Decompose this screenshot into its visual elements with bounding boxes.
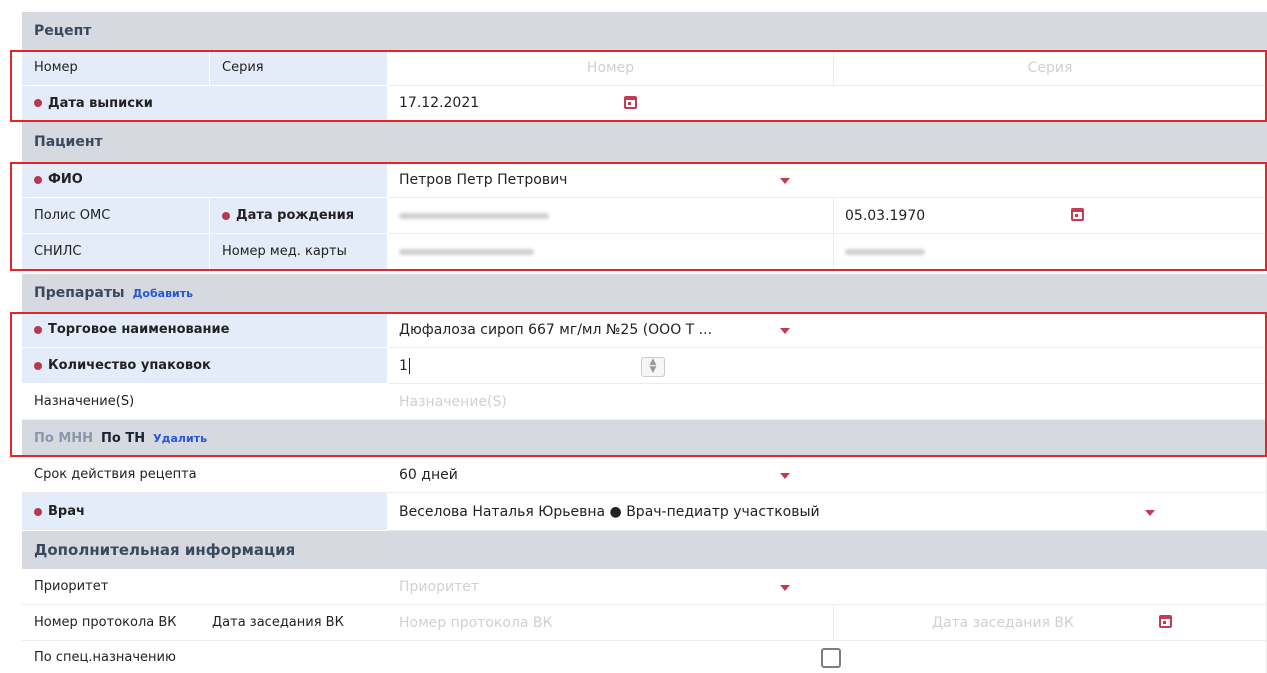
- oms-input[interactable]: [388, 198, 834, 234]
- required-dot: [34, 325, 42, 334]
- calendar-icon[interactable]: [624, 96, 637, 109]
- number-label: Номер: [22, 50, 210, 86]
- section-title-drugs: Препараты Добавить: [34, 274, 193, 312]
- purpose-input[interactable]: Назначение(S): [388, 384, 1267, 420]
- number-input[interactable]: Номер: [388, 50, 834, 86]
- birth-date-label-text: Дата рождения: [236, 208, 355, 223]
- required-dot: [222, 211, 230, 220]
- packages-label: Количество упаковок: [22, 348, 388, 384]
- issue-date-input[interactable]: 17.12.2021: [388, 86, 1267, 121]
- packages-label-text: Количество упаковок: [48, 358, 211, 373]
- priority-label: Приоритет: [22, 569, 388, 605]
- protocol-label: Номер протокола ВК: [22, 605, 206, 641]
- required-dot: [34, 361, 42, 370]
- packages-value: 1: [399, 357, 408, 374]
- trade-name-value: Дюфалоза сироп 667 мг/мл №25 (ООО Т ...: [399, 321, 713, 338]
- calendar-icon[interactable]: [1159, 615, 1172, 628]
- series-placeholder: Серия: [1027, 59, 1073, 76]
- add-drug-link[interactable]: Добавить: [133, 287, 193, 300]
- validity-value: 60 дней: [399, 466, 458, 483]
- issue-date-label-text: Дата выписки: [48, 95, 153, 111]
- snils-input[interactable]: [388, 234, 834, 270]
- chevron-down-icon[interactable]: [1145, 510, 1155, 516]
- required-dot: [34, 507, 42, 516]
- required-dot: [34, 99, 42, 107]
- chevron-down-icon[interactable]: [780, 585, 790, 591]
- trade-name-label: Торговое наименование: [22, 312, 388, 348]
- chevron-down-icon[interactable]: [780, 178, 790, 184]
- section-title-extra: Дополнительная информация: [34, 541, 296, 559]
- number-placeholder: Номер: [586, 59, 635, 76]
- special-purpose-checkbox[interactable]: [821, 648, 841, 668]
- tab-mnn[interactable]: По МНН: [34, 431, 93, 446]
- snils-redacted-value: [399, 248, 534, 255]
- fio-value: Петров Петр Петрович: [399, 171, 568, 188]
- section-extra: Дополнительная информация: [22, 531, 1267, 569]
- drugs-title: Препараты: [34, 285, 125, 301]
- card-number-input[interactable]: [834, 234, 1267, 270]
- series-input[interactable]: Серия: [834, 50, 1267, 86]
- fio-label-text: ФИО: [48, 172, 83, 187]
- delete-drug-link[interactable]: Удалить: [153, 432, 207, 445]
- birth-date-value: 05.03.1970: [845, 207, 926, 224]
- meeting-date-input[interactable]: Дата заседания ВК: [834, 605, 1267, 641]
- meeting-date-label: Дата заседания ВК: [206, 605, 388, 641]
- protocol-input[interactable]: Номер протокола ВК: [388, 605, 834, 641]
- birth-date-input[interactable]: 05.03.1970: [834, 198, 1267, 234]
- doctor-label: Врач: [22, 493, 388, 531]
- series-label: Серия: [210, 50, 388, 86]
- doctor-select[interactable]: Веселова Наталья Юрьевна ● Врач-педиатр …: [388, 493, 1267, 531]
- card-number-label: Номер мед. карты: [210, 234, 388, 270]
- meeting-date-placeholder: Дата заседания ВК: [932, 614, 1074, 631]
- validity-select[interactable]: 60 дней: [388, 457, 1267, 493]
- birth-date-label: Дата рождения: [210, 198, 388, 234]
- validity-label: Срок действия рецепта: [22, 457, 388, 493]
- packages-input[interactable]: 1: [388, 348, 1267, 384]
- chevron-down-icon[interactable]: [780, 328, 790, 334]
- text-cursor: [408, 357, 410, 374]
- calendar-icon[interactable]: [1071, 208, 1084, 221]
- trade-name-label-text: Торговое наименование: [48, 322, 230, 337]
- priority-placeholder: Приоритет: [399, 578, 479, 595]
- doctor-value: Веселова Наталья Юрьевна ● Врач-педиатр …: [399, 503, 820, 520]
- oms-redacted-value: [399, 212, 549, 219]
- priority-select[interactable]: Приоритет: [388, 569, 1267, 605]
- purpose-placeholder: Назначение(S): [399, 393, 507, 410]
- section-patient: Пациент: [22, 122, 1267, 162]
- tab-tn[interactable]: По ТН: [101, 431, 145, 446]
- quantity-stepper[interactable]: ▲ ▼: [641, 357, 665, 377]
- chevron-down-icon[interactable]: [780, 473, 790, 479]
- section-recipe: Рецепт: [22, 12, 1267, 50]
- fio-select[interactable]: Петров Петр Петрович: [388, 162, 1267, 198]
- required-dot: [34, 175, 42, 184]
- issue-date-label: Дата выписки: [22, 86, 388, 121]
- special-purpose-label: По спец.назначению: [22, 641, 388, 673]
- section-title-patient: Пациент: [34, 134, 103, 150]
- drug-tabs-row: По МНН По ТН Удалить: [34, 420, 207, 456]
- section-title-recipe: Рецепт: [34, 23, 92, 39]
- purpose-label: Назначение(S): [22, 384, 388, 420]
- doctor-label-text: Врач: [48, 504, 85, 519]
- section-drugs: Препараты Добавить: [22, 274, 1267, 312]
- protocol-placeholder: Номер протокола ВК: [399, 614, 553, 631]
- trade-name-select[interactable]: Дюфалоза сироп 667 мг/мл №25 (ООО Т ...: [388, 312, 1267, 348]
- drug-search-tabs: По МНН По ТН Удалить: [22, 420, 1267, 456]
- fio-label: ФИО: [22, 162, 388, 198]
- snils-label: СНИЛС: [22, 234, 210, 270]
- oms-label: Полис ОМС: [22, 198, 210, 234]
- issue-date-value: 17.12.2021: [399, 95, 480, 111]
- card-redacted-value: [845, 248, 925, 255]
